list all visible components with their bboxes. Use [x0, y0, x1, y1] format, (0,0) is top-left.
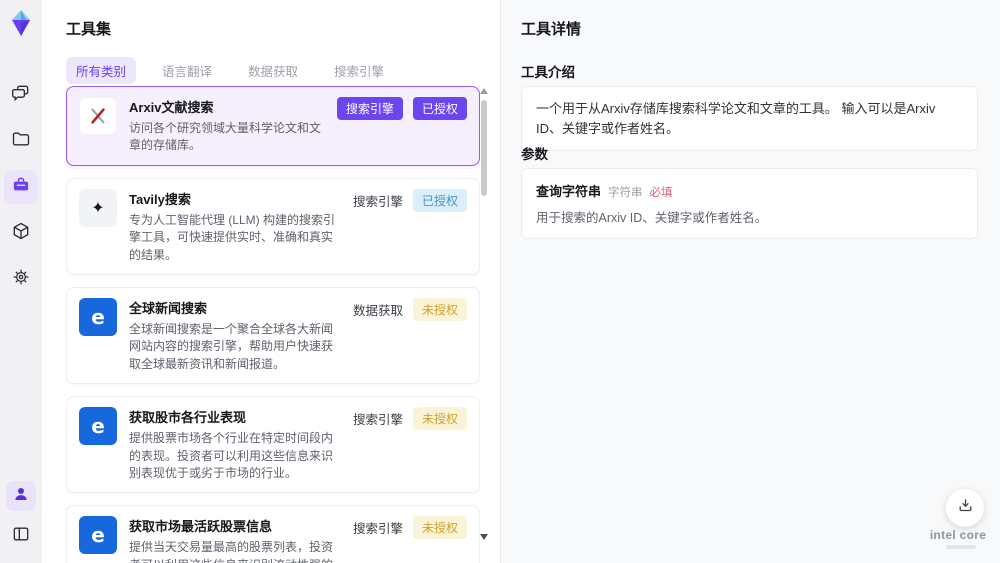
- tab-data-acquisition[interactable]: 数据获取: [238, 57, 308, 84]
- auth-badge: 未授权: [412, 516, 467, 540]
- sidebar-item-files[interactable]: [4, 124, 38, 158]
- intro-card: 一个用于从Arxiv存储库搜索科学论文和文章的工具。 输入可以是Arxiv ID…: [521, 86, 978, 151]
- tool-name: Tavily搜索: [129, 191, 191, 207]
- sidebar-item-collapse[interactable]: [4, 519, 38, 553]
- detail-title: 工具详情: [521, 21, 582, 38]
- category-badge: 搜索引擎: [336, 97, 403, 120]
- tavily-star-icon: ✦: [79, 188, 117, 227]
- sidebar-item-tools[interactable]: [4, 170, 38, 204]
- tool-list: Arxiv文献搜索 访问各个研究领域大量科学论文和文章的存储库。 搜索引擎 已授…: [66, 86, 480, 563]
- scrollbar-up-arrow[interactable]: [480, 88, 488, 94]
- auth-badge: 已授权: [412, 188, 467, 212]
- intro-section-title: 工具介绍: [521, 65, 575, 80]
- scrollbar-thumb[interactable]: [481, 100, 487, 196]
- download-button[interactable]: [946, 489, 984, 527]
- tool-description: 提供股票市场各个行业在特定时间段内的表现。投资者可以利用这些信息来识别表现优于或…: [129, 431, 334, 480]
- sidebar-item-packages[interactable]: [4, 216, 38, 250]
- tool-name: 全球新闻搜索: [129, 300, 208, 316]
- news-service-icon: e: [79, 516, 117, 555]
- tool-name: 获取股市各行业表现: [129, 410, 247, 426]
- sidebar-item-settings[interactable]: [4, 262, 38, 296]
- tab-all-categories[interactable]: 所有类别: [66, 57, 137, 84]
- news-service-icon: e: [79, 297, 117, 336]
- sidebar: [0, 0, 42, 563]
- params-section-title: 参数: [521, 147, 548, 162]
- category-label: 搜索引擎: [352, 194, 403, 209]
- panel-toggle-icon: [11, 524, 31, 549]
- param-description: 用于搜索的Arxiv ID、关键字或作者姓名。: [536, 211, 768, 225]
- category-label: 数据获取: [352, 303, 403, 318]
- tool-description: 访问各个研究领域大量科学论文和文章的存储库。: [129, 121, 322, 153]
- param-card: 查询字符串 字符串 必填 用于搜索的Arxiv ID、关键字或作者姓名。: [521, 168, 978, 239]
- page-title: 工具集: [66, 21, 112, 38]
- sidebar-item-user[interactable]: [6, 481, 36, 511]
- news-service-icon: e: [79, 407, 117, 446]
- sidebar-item-chat[interactable]: [4, 78, 38, 112]
- tab-language-translation[interactable]: 语言翻译: [152, 57, 222, 84]
- toolbox-icon: [11, 175, 31, 200]
- category-label: 搜索引擎: [352, 413, 403, 428]
- tool-name: 获取市场最活跃股票信息: [129, 519, 273, 535]
- download-icon: [957, 497, 974, 519]
- tab-search-engine[interactable]: 搜索引擎: [324, 57, 394, 84]
- app-logo: [6, 8, 36, 38]
- category-tabs: 所有类别 语言翻译 数据获取 搜索引擎: [66, 57, 394, 84]
- intel-core-logo: intel core: [929, 528, 987, 542]
- tool-card-arxiv[interactable]: Arxiv文献搜索 访问各个研究领域大量科学论文和文章的存储库。 搜索引擎 已授…: [66, 86, 480, 166]
- param-type: 字符串: [608, 187, 643, 199]
- intel-core-logo-subline: [946, 545, 976, 549]
- auth-badge: 未授权: [412, 407, 467, 431]
- tool-card-active-stocks[interactable]: e 获取市场最活跃股票信息 提供当天交易量最高的股票列表，投资者可以利用这些信息…: [66, 505, 480, 563]
- tool-list-panel: 工具集 所有类别 语言翻译 数据获取 搜索引擎 Arxiv文献搜索 访问各个研究…: [42, 0, 500, 563]
- param-required-badge: 必填: [649, 187, 673, 199]
- tool-detail-panel: 工具详情 工具介绍 一个用于从Arxiv存储库搜索科学论文和文章的工具。 输入可…: [500, 0, 1000, 563]
- gear-icon: [11, 267, 31, 292]
- tool-description: 全球新闻搜索是一个聚合全球各大新闻网站内容的搜索引擎，帮助用户快速获取全球最新资…: [129, 321, 334, 371]
- tool-description: 专为人工智能代理 (LLM) 构建的搜索引擎工具，可快速提供实时、准确和真实的结…: [129, 212, 336, 262]
- tool-card-global-news[interactable]: e 全球新闻搜索 全球新闻搜索是一个聚合全球各大新闻网站内容的搜索引擎，帮助用户…: [66, 286, 480, 385]
- tool-name: Arxiv文献搜索: [129, 100, 214, 115]
- auth-badge: 未授权: [412, 297, 467, 321]
- tool-card-sector-performance[interactable]: e 获取股市各行业表现 提供股票市场各个行业在特定时间段内的表现。投资者可以利用…: [66, 396, 480, 494]
- auth-badge: 已授权: [412, 97, 467, 120]
- tool-card-tavily[interactable]: ✦ Tavily搜索 专为人工智能代理 (LLM) 构建的搜索引擎工具，可快速提…: [66, 177, 480, 275]
- chat-icon: [11, 83, 31, 108]
- tool-description: 提供当天交易量最高的股票列表，投资者可以利用这些信息来识别流动性强的股票和潜在的…: [129, 540, 334, 563]
- param-name: 查询字符串: [536, 184, 602, 199]
- scrollbar-down-arrow[interactable]: [480, 534, 488, 540]
- sidebar-bottom: [4, 481, 38, 553]
- folder-icon: [11, 129, 31, 154]
- arxiv-logo-icon: [79, 97, 117, 135]
- category-label: 搜索引擎: [352, 522, 403, 537]
- cube-icon: [11, 221, 31, 246]
- sidebar-nav: [4, 78, 38, 296]
- user-icon: [12, 485, 30, 508]
